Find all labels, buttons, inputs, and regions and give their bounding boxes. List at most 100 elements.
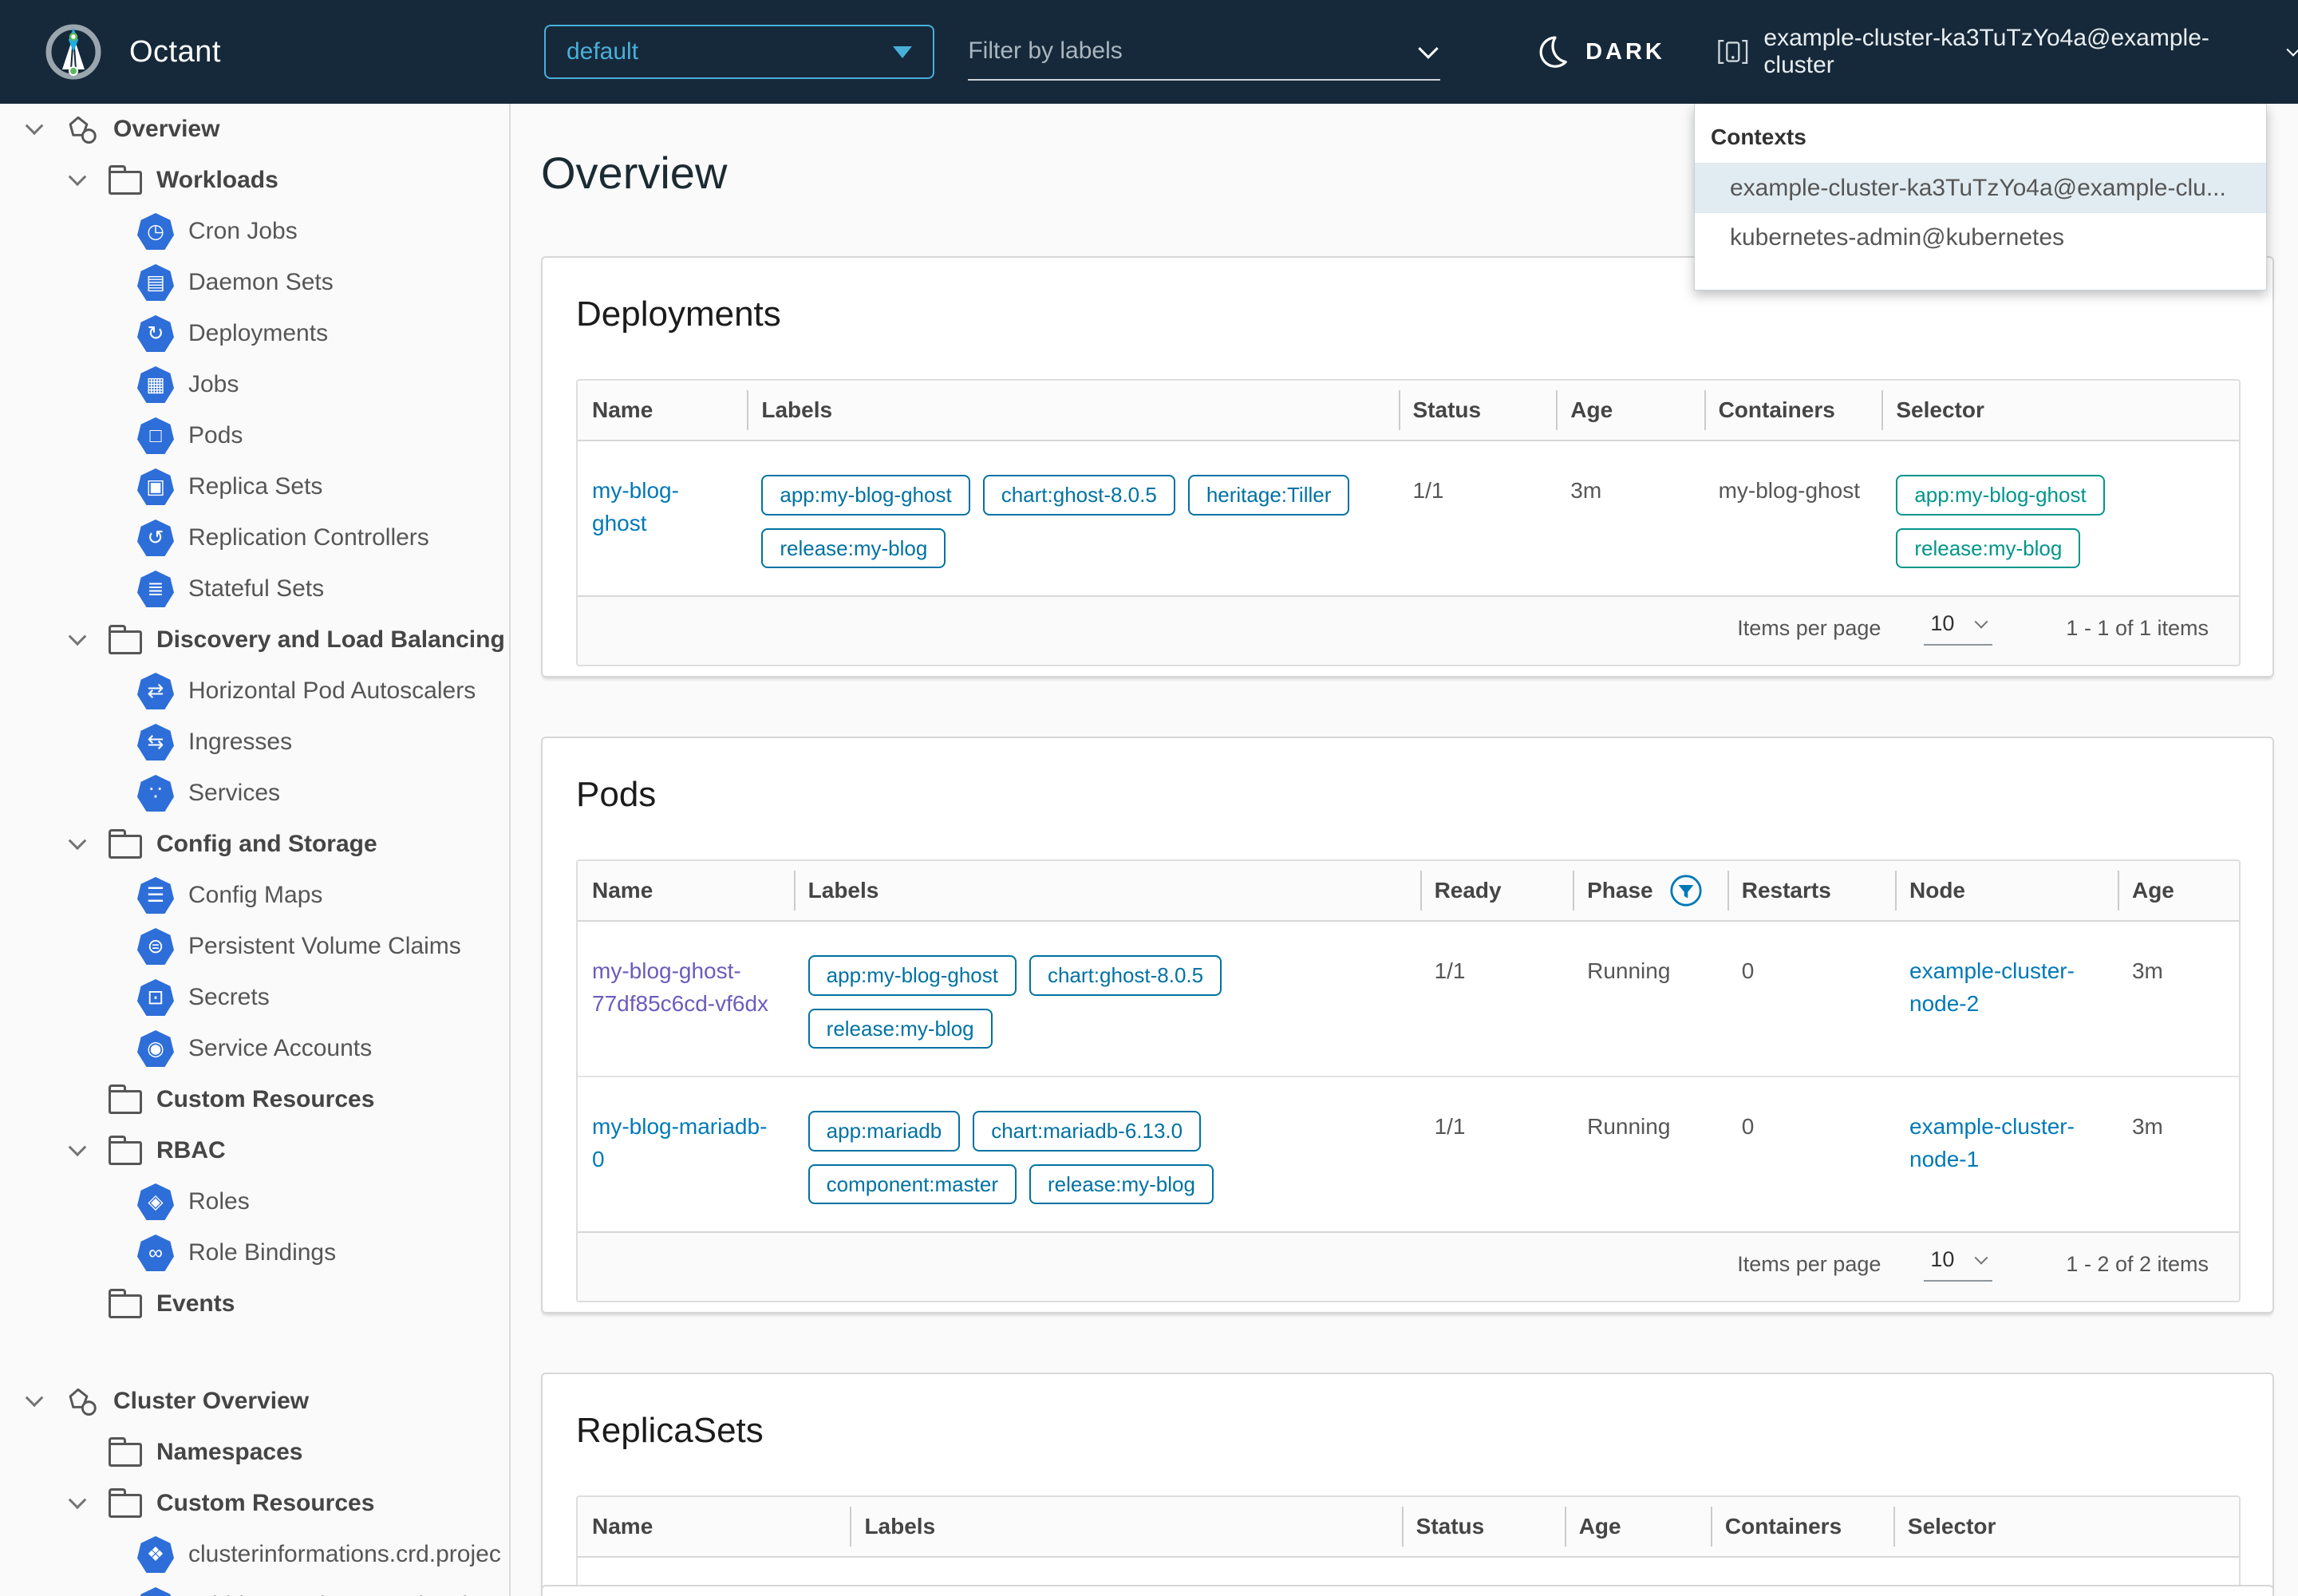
column-header-name: Name — [578, 1497, 850, 1556]
jobs-icon: ▦ — [137, 366, 174, 403]
sidebar-item-service-accounts[interactable]: ◉ Service Accounts — [0, 1023, 509, 1074]
sidebar-item-cluster-overview[interactable]: Cluster Overview — [0, 1376, 509, 1427]
chevron-down-icon[interactable] — [64, 626, 91, 654]
node-link[interactable]: example-cluster-node-1 — [1909, 1114, 2075, 1171]
sidebar-item-discovery-and-load-balancing[interactable]: Discovery and Load Balancing — [0, 614, 509, 666]
filter-icon[interactable] — [1669, 874, 1703, 907]
folder-icon — [109, 1494, 142, 1518]
sidebar-item-namespaces[interactable]: Namespaces — [0, 1427, 509, 1478]
ready-cell: 1/1 — [1420, 922, 1573, 1076]
column-header-labels: Labels — [747, 381, 1398, 440]
label-badge[interactable]: release:my-blog — [761, 528, 946, 569]
table-header-row: Name Labels Status Age Containers Select… — [578, 381, 2239, 440]
sidebar-item-events[interactable]: Events — [0, 1278, 509, 1329]
context-switcher[interactable]: example-cluster-ka3TuTzYo4a@example-clus… — [1716, 25, 2298, 79]
sidebar-item-horizontal-pod-autoscalers[interactable]: ⇄ Horizontal Pod Autoscalers — [0, 666, 509, 717]
roles-icon: ◈ — [137, 1183, 174, 1220]
table-row: my-blog-ghost-77df85c6cd-vf6dx app:my-bl… — [578, 922, 2239, 1076]
sidebar-item-overview[interactable]: Overview — [0, 104, 509, 155]
label-badge[interactable]: release:my-blog — [1029, 1164, 1214, 1205]
page-size-select[interactable]: 10 — [1924, 611, 1992, 646]
column-header-node: Node — [1895, 861, 2118, 920]
label-filter-placeholder: Filter by labels — [968, 38, 1122, 65]
label-filter-input[interactable]: Filter by labels — [968, 23, 1440, 81]
sidebar-item-secrets[interactable]: ⊡ Secrets — [0, 972, 509, 1023]
table-header-row: Name Labels Status Age Containers Select… — [578, 1497, 2239, 1556]
custom-resource-icon: ❖ — [137, 1587, 174, 1596]
sidebar-item-daemon-sets[interactable]: ▤ Daemon Sets — [0, 257, 509, 308]
sidebar-item-ingresses[interactable]: ⇆ Ingresses — [0, 717, 509, 768]
sidebar-item-clusterinformations[interactable]: ❖ clusterinformations.crd.projec — [0, 1529, 509, 1580]
sidebar-item-config-maps[interactable]: ☰ Config Maps — [0, 870, 509, 921]
sidebar-item-custom-resources[interactable]: Custom Resources — [0, 1074, 509, 1125]
chevron-down-icon — [1975, 614, 1988, 628]
cron-jobs-icon: ◷ — [137, 213, 174, 250]
selector-badge[interactable]: app:my-blog-ghost — [1896, 475, 2104, 516]
sidebar-item-cluster-custom-resources[interactable]: Custom Resources — [0, 1478, 509, 1529]
deployment-link[interactable]: my-blog-ghost — [592, 478, 679, 535]
page-size-select[interactable]: 10 — [1924, 1247, 1992, 1282]
sidebar-item-rbac[interactable]: RBAC — [0, 1125, 509, 1176]
age-cell: 3m — [1556, 441, 1704, 595]
phase-cell: Running — [1573, 922, 1727, 1076]
sidebar-item-config-and-storage[interactable]: Config and Storage — [0, 819, 509, 870]
folder-icon — [109, 1090, 142, 1114]
chevron-down-icon[interactable] — [64, 1490, 91, 1517]
sidebar-item-deployments[interactable]: ↻ Deployments — [0, 308, 509, 359]
label-badge[interactable]: chart:ghost-8.0.5 — [1029, 955, 1222, 996]
table-header-row: Name Labels Ready Phase Restarts Node Ag… — [578, 861, 2239, 920]
folder-icon — [109, 1141, 142, 1165]
label-badge[interactable]: app:my-blog-ghost — [808, 955, 1017, 996]
label-badge[interactable]: chart:ghost-8.0.5 — [983, 475, 1175, 516]
daemon-sets-icon: ▤ — [137, 264, 174, 301]
pod-link[interactable]: my-blog-ghost-77df85c6cd-vf6dx — [592, 958, 768, 1016]
label-badge[interactable]: app:mariadb — [808, 1111, 961, 1152]
context-option-example-cluster[interactable]: example-cluster-ka3TuTzYo4a@example-clu.… — [1695, 164, 2266, 213]
label-badge[interactable]: release:my-blog — [808, 1009, 993, 1049]
label-badge[interactable]: app:my-blog-ghost — [761, 475, 969, 516]
column-header-age: Age — [1565, 1497, 1711, 1556]
table-footer: Items per page 10 1 - 2 of 2 items — [578, 1231, 2239, 1301]
status-cell: 1/1 — [1399, 441, 1557, 595]
contexts-dropdown: Contexts example-cluster-ka3TuTzYo4a@exa… — [1694, 104, 2267, 290]
sidebar-nav: Overview Workloads ◷ Cron Jobs ▤ Daemon … — [0, 104, 511, 1596]
sidebar-item-pods[interactable]: □ Pods — [0, 410, 509, 461]
chevron-down-icon[interactable] — [64, 167, 91, 194]
applications-icon — [65, 112, 101, 147]
sidebar-item-persistent-volume-claims[interactable]: ⊜ Persistent Volume Claims — [0, 921, 509, 972]
persistent-volume-claims-icon: ⊜ — [137, 928, 174, 965]
sidebar-item-replica-sets[interactable]: ▣ Replica Sets — [0, 461, 509, 512]
sidebar-item-roles[interactable]: ◈ Roles — [0, 1176, 509, 1227]
node-link[interactable]: example-cluster-node-2 — [1909, 958, 2075, 1016]
main-content: Overview Deployments Name Labels Status … — [512, 104, 2298, 1596]
replicasets-table: Name Labels Status Age Containers Select… — [576, 1495, 2241, 1596]
sidebar-item-stateful-sets[interactable]: ≣ Stateful Sets — [0, 563, 509, 614]
label-badge[interactable]: chart:mariadb-6.13.0 — [973, 1111, 1201, 1152]
chevron-down-icon[interactable] — [64, 831, 91, 858]
namespace-select[interactable]: default — [544, 25, 934, 79]
folder-icon — [109, 835, 142, 859]
chevron-down-icon[interactable] — [21, 116, 48, 143]
context-option-kubernetes-admin[interactable]: kubernetes-admin@kubernetes — [1695, 213, 2266, 263]
selector-badge[interactable]: release:my-blog — [1896, 528, 2080, 569]
sidebar-item-replication-controllers[interactable]: ↺ Replication Controllers — [0, 512, 509, 563]
dark-theme-toggle[interactable]: DARK — [1533, 34, 1665, 70]
pod-link[interactable]: my-blog-mariadb-0 — [592, 1114, 767, 1171]
label-badge[interactable]: heritage:Tiller — [1188, 475, 1350, 516]
label-badge[interactable]: component:master — [808, 1164, 1017, 1205]
pods-icon: □ — [137, 417, 174, 454]
folder-icon — [109, 171, 142, 195]
sidebar-item-csidrivers[interactable]: ❖ csidrivers.csi.storage.k8s.io — [0, 1580, 509, 1596]
items-per-page-label: Items per page — [1737, 616, 1881, 641]
next-card-partial — [541, 1585, 2274, 1596]
column-header-status: Status — [1399, 381, 1557, 440]
column-header-phase: Phase — [1573, 861, 1727, 920]
sidebar-item-jobs[interactable]: ▦ Jobs — [0, 359, 509, 410]
sidebar-item-workloads[interactable]: Workloads — [0, 155, 509, 206]
chevron-down-icon[interactable] — [64, 1137, 91, 1164]
chevron-down-icon — [2287, 43, 2298, 57]
chevron-down-icon[interactable] — [21, 1388, 48, 1415]
sidebar-item-services[interactable]: ∵ Services — [0, 768, 509, 819]
sidebar-item-role-bindings[interactable]: ∞ Role Bindings — [0, 1227, 509, 1278]
sidebar-item-cron-jobs[interactable]: ◷ Cron Jobs — [0, 206, 509, 257]
